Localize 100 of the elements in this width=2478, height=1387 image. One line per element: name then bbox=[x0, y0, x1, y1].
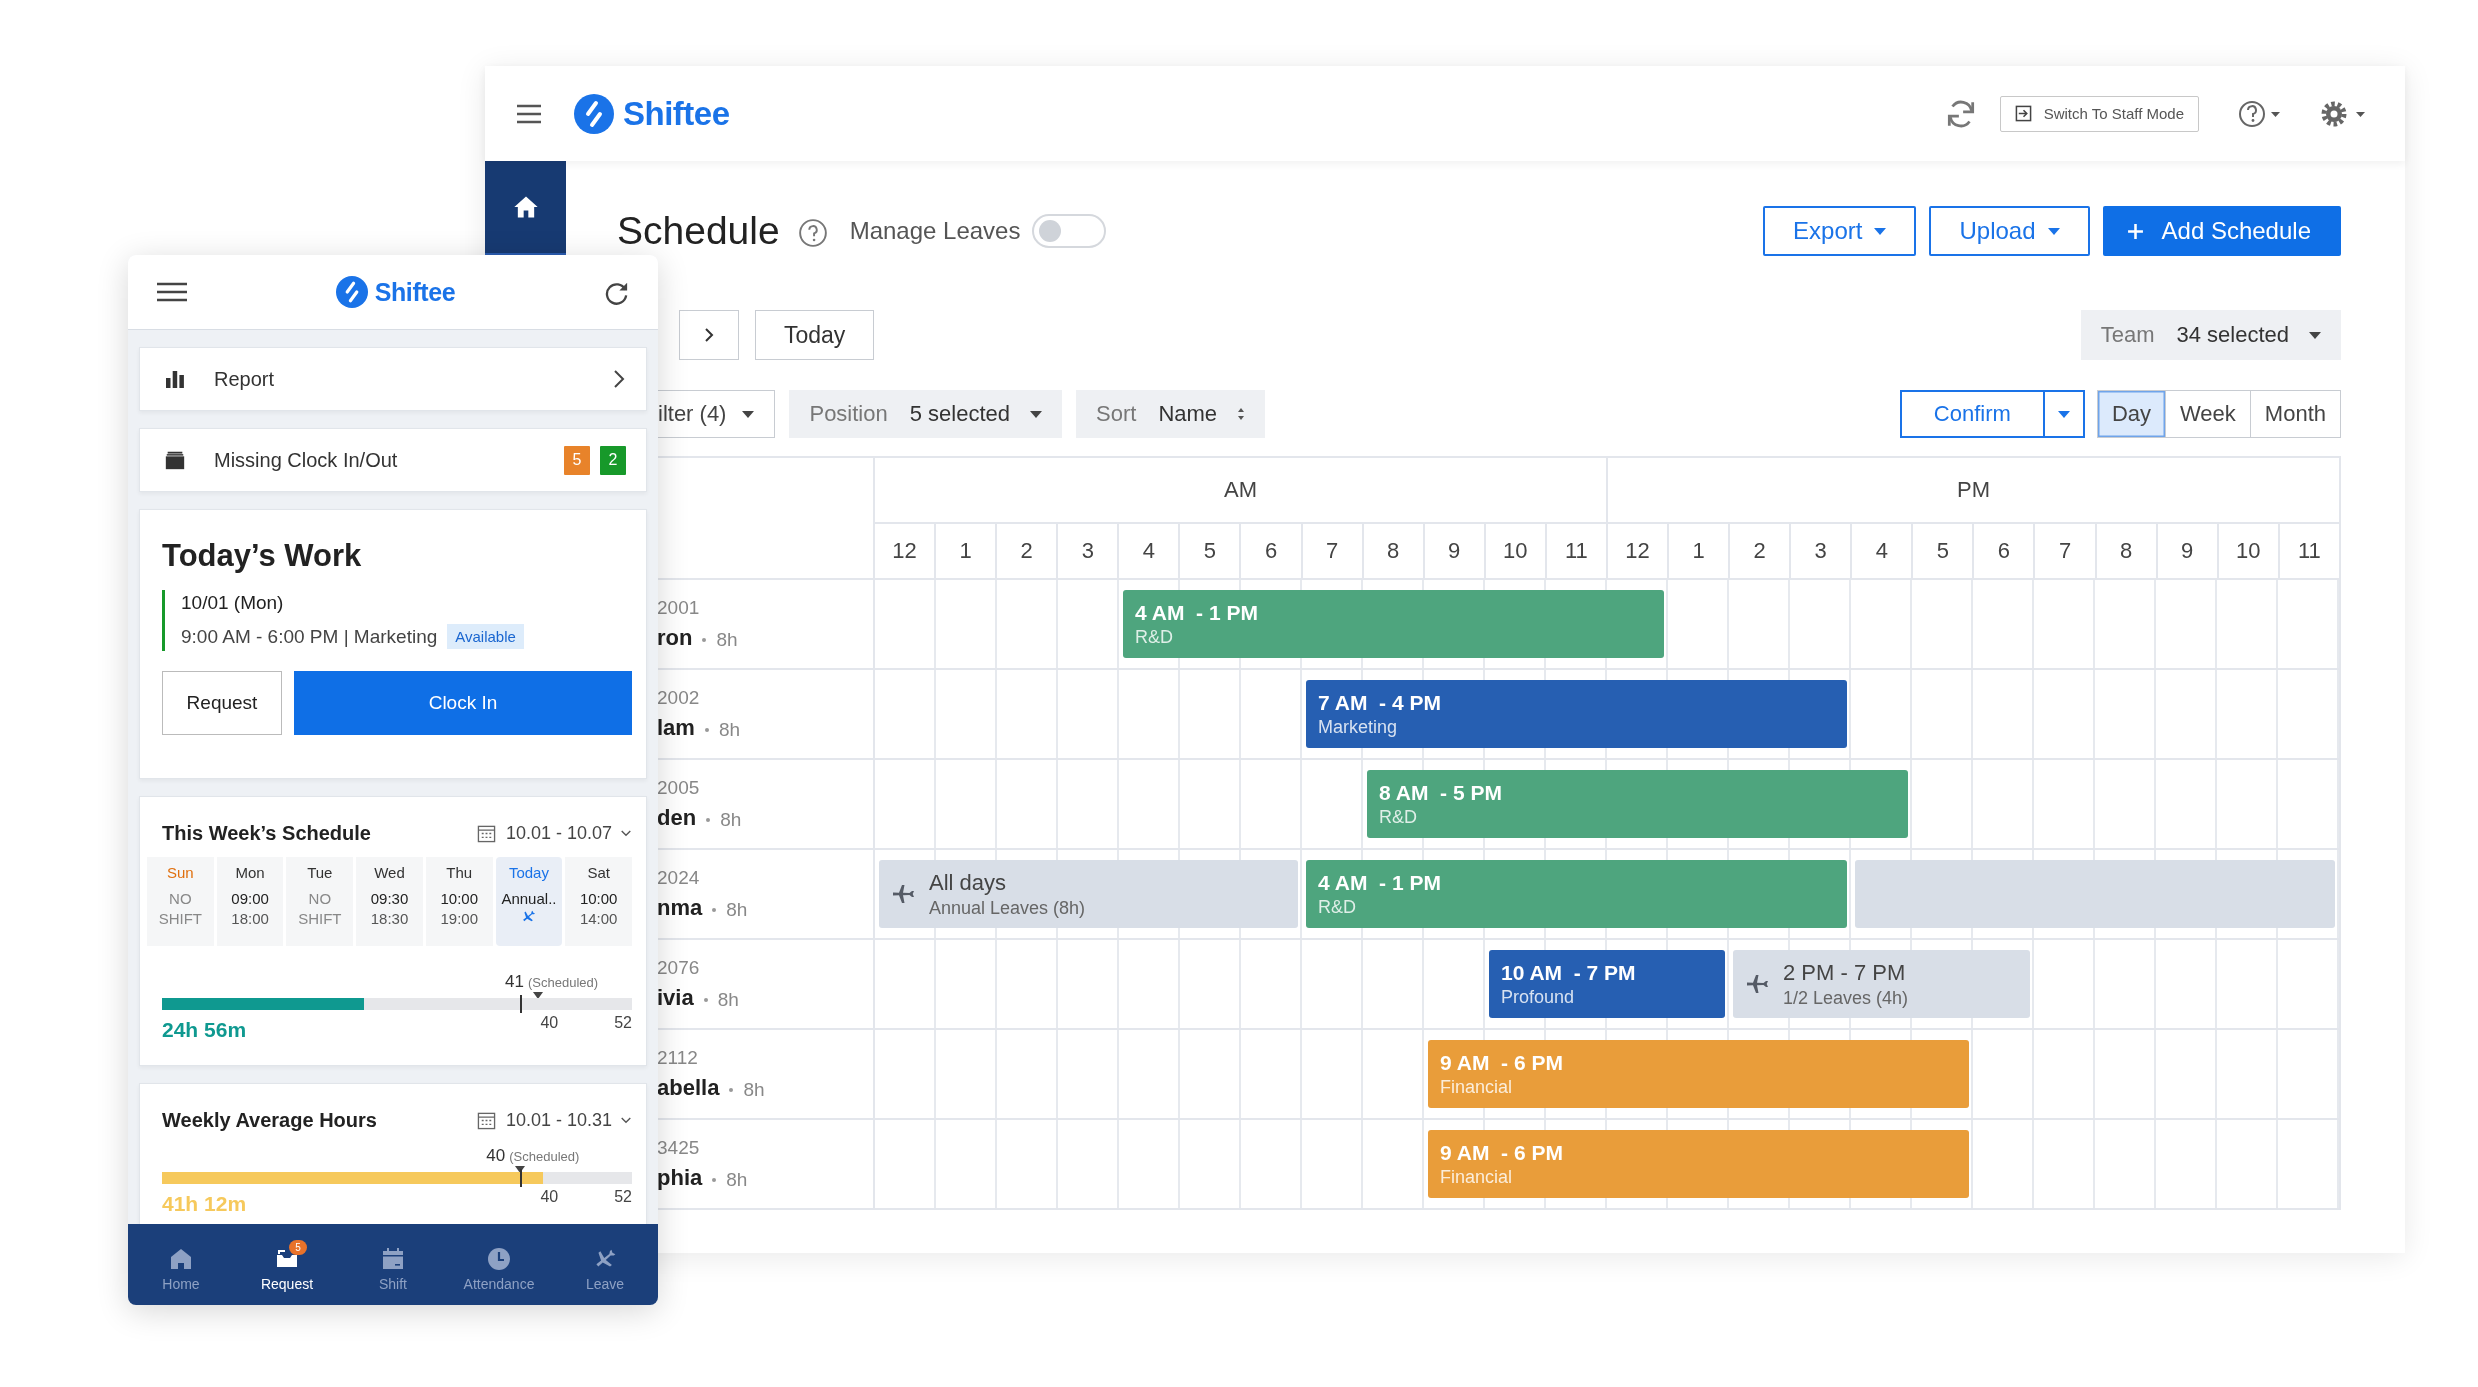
separator-dot bbox=[703, 998, 708, 1002]
shift-time: 10 AM - 7 PM bbox=[1501, 960, 1637, 985]
caret-icon bbox=[742, 410, 755, 418]
date-range[interactable]: 10.01 - 10.07 bbox=[505, 822, 612, 844]
shift-time: 9 AM - 6 PM bbox=[1440, 1050, 1564, 1075]
chevron-right-icon bbox=[703, 326, 715, 344]
count-badge: 2 bbox=[600, 445, 626, 475]
shift-team: R&D bbox=[1135, 626, 1174, 648]
scheduled-hours: 40 bbox=[486, 1146, 506, 1166]
leave-bar[interactable]: All days Annual Leaves (8h) bbox=[879, 860, 1298, 928]
day-cell[interactable]: Tue NO SHIFT bbox=[286, 857, 354, 946]
nav-tab[interactable]: Attendance bbox=[454, 1237, 544, 1292]
menu-card[interactable]: Missing Clock In/Out 5 2 bbox=[139, 428, 647, 492]
clock-in-button[interactable]: Clock In bbox=[294, 671, 632, 735]
menu-label: Missing Clock In/Out bbox=[214, 448, 398, 472]
caret-icon bbox=[1030, 410, 1043, 418]
shift-time: 4 AM - 1 PM bbox=[1135, 600, 1259, 625]
hour-label: 7 bbox=[2058, 538, 2072, 564]
nav-tab[interactable]: Home bbox=[136, 1237, 226, 1292]
employee-name: phia bbox=[657, 1165, 703, 1191]
day-cell[interactable]: Mon 09:00 18:00 bbox=[216, 857, 284, 946]
logo-text: Shiftee bbox=[623, 94, 730, 133]
worked-hours: 24h 56m bbox=[162, 1018, 247, 1042]
hour-label: 1 bbox=[1692, 538, 1705, 564]
view-tab[interactable]: Day bbox=[2097, 391, 2166, 437]
menu-card[interactable]: Report bbox=[139, 347, 647, 411]
day-cell[interactable]: Wed 09:30 18:30 bbox=[356, 857, 423, 946]
nav-tab[interactable]: Leave bbox=[560, 1237, 650, 1292]
today-button[interactable]: Today bbox=[755, 310, 875, 360]
status-badge: Available bbox=[447, 624, 524, 649]
request-button[interactable]: Request bbox=[162, 671, 282, 735]
day-name: Thu bbox=[446, 864, 473, 881]
card-title: Weekly Average Hours bbox=[162, 1108, 377, 1132]
team-dropdown[interactable]: Team 34 selected bbox=[2080, 310, 2341, 360]
employee-hours: 8h bbox=[717, 988, 739, 1011]
card-title: Today’s Work bbox=[162, 538, 363, 574]
hour-label: 9 bbox=[2181, 538, 2194, 564]
hour-label: 4 bbox=[1142, 538, 1155, 564]
manage-leaves-toggle[interactable] bbox=[1032, 214, 1107, 248]
bar-chart-icon bbox=[164, 368, 186, 390]
employee-id: 2005 bbox=[657, 777, 701, 799]
position-dropdown[interactable]: Position 5 selected bbox=[789, 390, 1063, 438]
nav-tab[interactable]: 5 Request bbox=[242, 1237, 332, 1292]
employee-hours: 8h bbox=[716, 628, 738, 651]
employee-name: ivia bbox=[657, 985, 694, 1011]
logo-icon bbox=[335, 276, 368, 308]
hour-label: 8 bbox=[1387, 538, 1400, 564]
chevron-down-icon bbox=[620, 1115, 632, 1125]
menu-icon[interactable] bbox=[515, 102, 543, 125]
hour-label: 12 bbox=[1625, 538, 1650, 564]
home-nav-item[interactable] bbox=[485, 161, 566, 255]
shift-time: 7 AM - 4 PM bbox=[1318, 690, 1442, 715]
day-cell[interactable]: Thu 10:00 19:00 bbox=[425, 857, 493, 946]
day-shift-text: 10:00 bbox=[440, 889, 478, 909]
axis-tick: 40 bbox=[540, 1188, 559, 1206]
day-name: Mon bbox=[235, 864, 265, 881]
day-name: Tue bbox=[307, 864, 333, 881]
leave-title: 2 PM - 7 PM bbox=[1783, 959, 1907, 986]
day-shift-text: 10:00 bbox=[579, 889, 618, 909]
date-range[interactable]: 10.01 - 10.31 bbox=[505, 1109, 612, 1131]
work-date: 10/01 (Mon) bbox=[181, 592, 285, 614]
day-shift-text: 14:00 bbox=[579, 909, 618, 929]
employee-name: ron bbox=[657, 625, 693, 651]
leave-bar[interactable]: 2 PM - 7 PM 1/2 Leaves (4h) bbox=[1733, 950, 2030, 1018]
day-shift-text: NO bbox=[169, 889, 192, 909]
help-icon[interactable] bbox=[797, 218, 828, 248]
leave-type: Annual Leaves (8h) bbox=[929, 897, 1086, 919]
employee-hours: 8h bbox=[726, 1168, 748, 1191]
menu-icon[interactable] bbox=[156, 282, 188, 302]
scheduled-label: (Scheduled) bbox=[528, 975, 599, 990]
worked-hours: 41h 12m bbox=[162, 1192, 247, 1216]
shift-time: 8 AM - 5 PM bbox=[1379, 780, 1503, 805]
nav-tab[interactable]: Shift bbox=[348, 1237, 438, 1292]
logo-icon bbox=[574, 93, 614, 134]
work-time: 9:00 AM - 6:00 PM | Marketing bbox=[181, 625, 438, 648]
day-cell[interactable]: Sat 10:00 14:00 bbox=[565, 857, 633, 946]
employee-id: 2001 bbox=[657, 597, 701, 619]
sort-icon bbox=[1237, 407, 1246, 421]
tray-icon bbox=[164, 449, 186, 471]
employee-name: den bbox=[657, 805, 697, 831]
sort-dropdown[interactable]: Sort Name bbox=[1076, 390, 1266, 438]
period-label: PM bbox=[1957, 477, 1990, 503]
hour-label: 1 bbox=[959, 538, 972, 564]
employee-id: 2076 bbox=[657, 957, 701, 979]
employee-id: 2002 bbox=[657, 687, 701, 709]
page-title: Schedule bbox=[617, 209, 780, 253]
day-cell[interactable]: Today Annual.. bbox=[495, 857, 563, 946]
employee-name: nma bbox=[657, 895, 703, 921]
home-icon bbox=[169, 1247, 193, 1271]
caret-icon bbox=[1874, 227, 1887, 235]
leave-type: 1/2 Leaves (4h) bbox=[1783, 987, 1909, 1009]
add-schedule-button[interactable]: Add Schedule bbox=[2102, 206, 2341, 256]
separator-dot bbox=[729, 1088, 734, 1092]
logo-text: Shiftee bbox=[374, 277, 456, 307]
export-button[interactable]: Export bbox=[1763, 206, 1917, 256]
shift-bar[interactable]: 7 AM - 4 PM Marketing bbox=[1306, 680, 1847, 748]
plus-icon bbox=[2126, 222, 2144, 240]
staff-mode-button[interactable]: Switch To Staff Mode bbox=[1999, 95, 2199, 132]
shift-bar[interactable]: 10 AM - 7 PM Profound bbox=[1489, 950, 1725, 1018]
upload-button[interactable]: Upload bbox=[1929, 206, 2090, 256]
